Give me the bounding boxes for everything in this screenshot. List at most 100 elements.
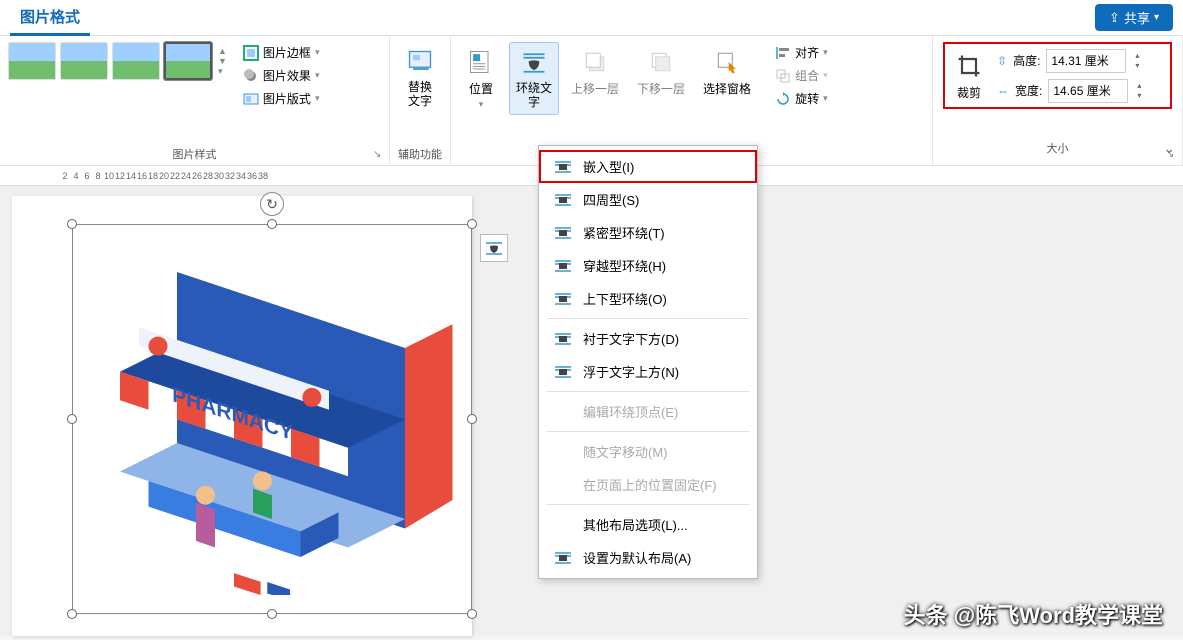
wrap-text-button[interactable]: 环绕文 字 (509, 42, 559, 115)
width-input[interactable] (1048, 79, 1128, 103)
position-icon (465, 46, 497, 78)
crop-icon (953, 50, 985, 82)
selection-pane-button[interactable]: 选择窗格 (697, 42, 757, 101)
layout-options-badge[interactable] (480, 234, 508, 262)
wrap-option[interactable]: 穿越型环绕(H) (539, 249, 757, 282)
wrap-text-icon (518, 47, 550, 79)
position-button[interactable]: 位置 ▾ (459, 42, 503, 114)
separator (547, 391, 749, 392)
wrap-option[interactable]: 其他布局选项(L)... (539, 508, 757, 541)
wrap-text-dropdown: 嵌入型(I)四周型(S)紧密型环绕(T)穿越型环绕(H)上下型环绕(O) 衬于文字… (538, 145, 758, 579)
style-thumb[interactable] (8, 42, 56, 80)
group-size: 裁剪 ⇳ 高度: ▴▾ ⇔ 宽度: ▴▾ 大小 ↘ (933, 36, 1183, 165)
wrap-option[interactable]: 上下型环绕(O) (539, 282, 757, 315)
wrap-icon (553, 477, 573, 493)
wrap-icon (553, 404, 573, 420)
send-backward-icon (645, 46, 677, 78)
wrap-option[interactable]: 设置为默认布局(A) (539, 541, 757, 574)
group-icon (775, 68, 791, 84)
wrap-icon (553, 331, 573, 347)
height-input[interactable] (1046, 49, 1126, 73)
share-button[interactable]: ⇪ 共享 ▾ (1095, 4, 1173, 31)
group-picture-styles: ▲ ▼ ▾ 图片边框 ▾ 图片效果 ▾ (0, 36, 390, 165)
style-thumb[interactable] (112, 42, 160, 80)
resize-handle[interactable] (467, 414, 477, 424)
bring-forward-icon (579, 46, 611, 78)
wrap-icon (553, 364, 573, 380)
wrap-icon (553, 159, 573, 175)
spin-down-icon[interactable]: ▾ (1134, 91, 1144, 101)
separator (547, 504, 749, 505)
chevron-down-icon: ▾ (315, 47, 320, 58)
height-icon: ⇳ (997, 54, 1007, 68)
wrap-option[interactable]: 四周型(S) (539, 183, 757, 216)
bring-forward-button[interactable]: 上移一层 (565, 42, 625, 101)
effects-icon (243, 68, 259, 84)
wrap-option[interactable]: 浮于文字上方(N) (539, 355, 757, 388)
wrap-option[interactable]: 衬于文字下方(D) (539, 322, 757, 355)
wrap-option: 随文字移动(M) (539, 435, 757, 468)
dialog-launcher-icon[interactable]: ↘ (373, 149, 385, 161)
group-label: 辅助功能 (398, 143, 442, 165)
border-icon (243, 45, 259, 61)
chevron-down-icon: ▾ (823, 70, 828, 81)
style-thumb-selected[interactable] (164, 42, 212, 80)
selection-pane-icon (711, 46, 743, 78)
gallery-up-icon[interactable]: ▲ (218, 46, 227, 56)
send-backward-button[interactable]: 下移一层 (631, 42, 691, 101)
picture-border-button[interactable]: 图片边框 ▾ (239, 42, 324, 63)
resize-handle[interactable] (267, 609, 277, 619)
chevron-down-icon: ▾ (823, 47, 828, 58)
style-thumb[interactable] (60, 42, 108, 80)
resize-handle[interactable] (67, 414, 77, 424)
resize-handle[interactable] (67, 219, 77, 229)
crop-button[interactable]: 裁剪 (949, 48, 989, 103)
chevron-down-icon: ▾ (479, 99, 484, 110)
pharmacy-illustration: PHARMACY (82, 234, 462, 595)
wrap-icon (553, 258, 573, 274)
group-button[interactable]: 组合 ▾ (771, 65, 832, 86)
layout-icon (243, 91, 259, 107)
group-label: 大小 (943, 137, 1172, 159)
wrap-icon (553, 444, 573, 460)
resize-handle[interactable] (267, 219, 277, 229)
wrap-option[interactable]: 嵌入型(I) (539, 150, 757, 183)
wrap-icon (553, 192, 573, 208)
picture-effects-button[interactable]: 图片效果 ▾ (239, 65, 324, 86)
selected-image[interactable]: ↻ (72, 224, 472, 614)
rotate-icon (775, 91, 791, 107)
wrap-option[interactable]: 紧密型环绕(T) (539, 216, 757, 249)
spin-up-icon[interactable]: ▴ (1134, 81, 1144, 91)
alt-text-icon (404, 46, 436, 78)
spin-up-icon[interactable]: ▴ (1132, 51, 1142, 61)
wrap-icon (553, 291, 573, 307)
width-icon: ⇔ (997, 84, 1009, 98)
collapse-ribbon-icon[interactable]: ⌄ (1163, 140, 1175, 157)
align-button[interactable]: 对齐 ▾ (771, 42, 832, 63)
group-accessibility: 替换 文字 辅助功能 (390, 36, 451, 165)
tab-bar: 图片格式 ⇪ 共享 ▾ (0, 0, 1183, 36)
group-label: 图片样式 (8, 143, 381, 165)
rotate-handle[interactable]: ↻ (260, 192, 284, 216)
chevron-down-icon: ▾ (315, 70, 320, 81)
height-label: 高度: (1013, 52, 1040, 69)
spin-down-icon[interactable]: ▾ (1132, 61, 1142, 71)
alt-text-button[interactable]: 替换 文字 (398, 42, 442, 113)
gallery-down-icon[interactable]: ▼ (218, 56, 227, 66)
gallery-more-icon[interactable]: ▾ (218, 66, 227, 77)
wrap-icon (553, 225, 573, 241)
page: ↻ (12, 196, 472, 636)
resize-handle[interactable] (467, 609, 477, 619)
chevron-down-icon: ▾ (315, 93, 320, 104)
wrap-option: 在页面上的位置固定(F) (539, 468, 757, 501)
wrap-option: 编辑环绕顶点(E) (539, 395, 757, 428)
chevron-down-icon: ▾ (823, 93, 828, 104)
width-label: 宽度: (1015, 82, 1042, 99)
picture-layout-button[interactable]: 图片版式 ▾ (239, 88, 324, 109)
resize-handle[interactable] (467, 219, 477, 229)
style-gallery[interactable]: ▲ ▼ ▾ (8, 42, 227, 80)
tab-picture-format[interactable]: 图片格式 (10, 0, 90, 36)
resize-handle[interactable] (67, 609, 77, 619)
rotate-button[interactable]: 旋转 ▾ (771, 88, 832, 109)
share-icon: ⇪ (1109, 10, 1120, 26)
